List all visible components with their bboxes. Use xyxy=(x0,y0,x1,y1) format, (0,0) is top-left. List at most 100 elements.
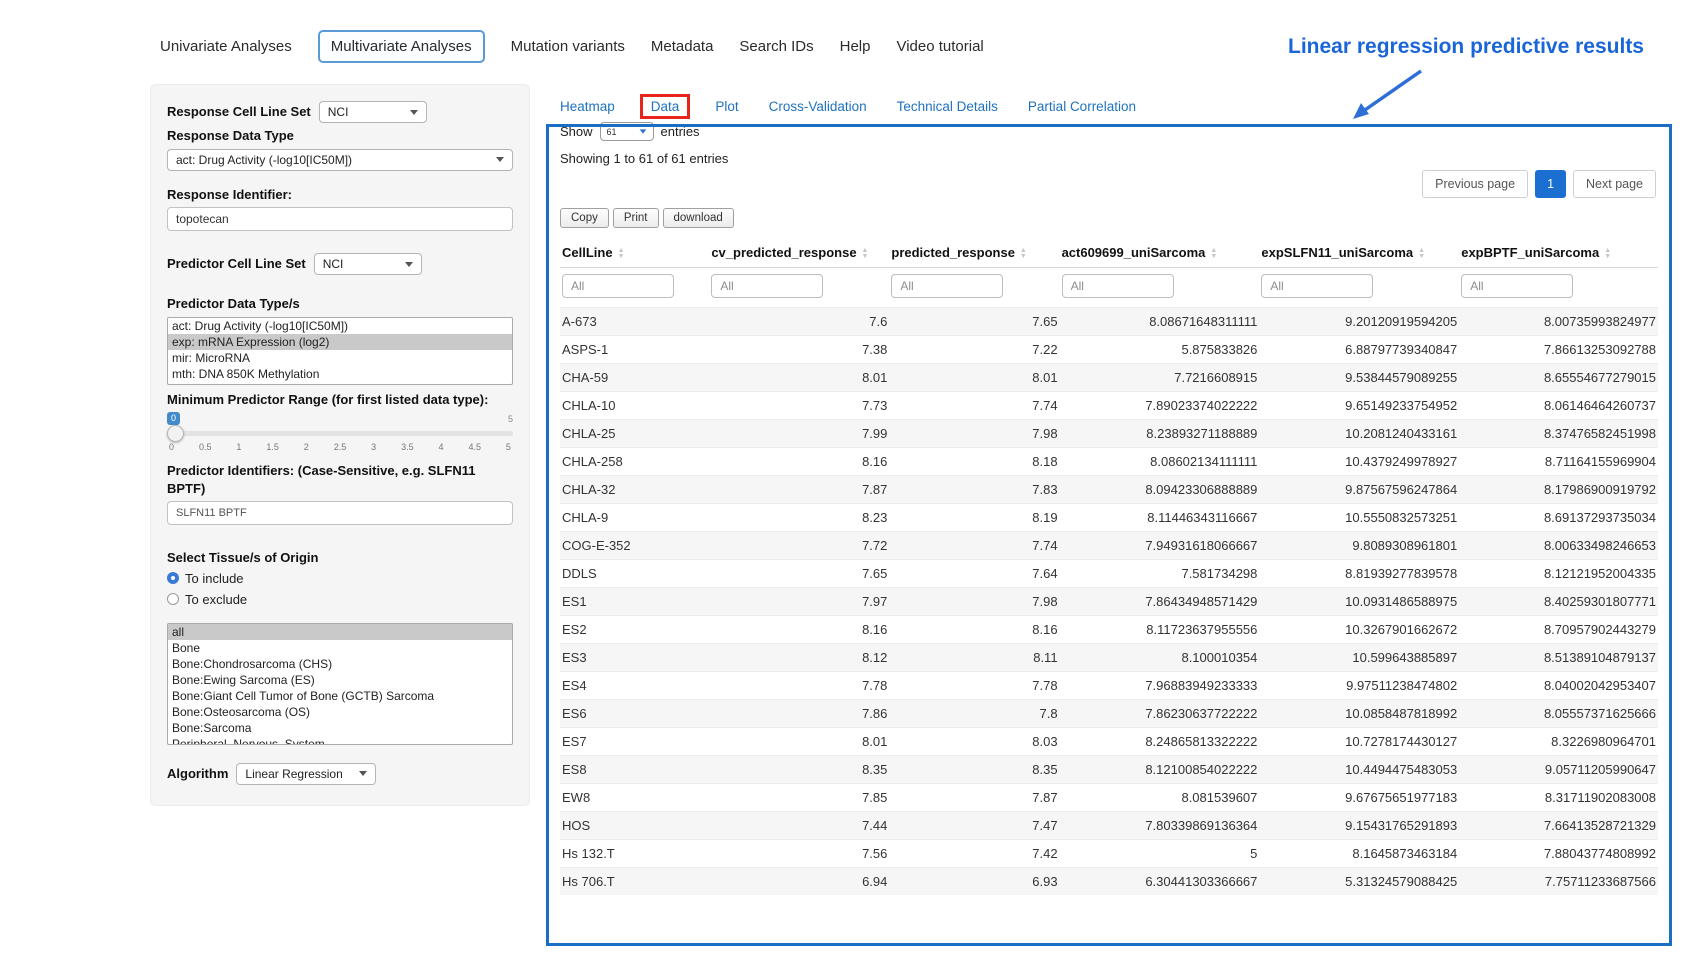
value-cell: 8.70957902443279 xyxy=(1459,616,1658,644)
slider-track[interactable] xyxy=(167,431,513,436)
column-filter-act609699-unisarcoma[interactable] xyxy=(1062,274,1174,298)
chevron-down-icon xyxy=(496,157,504,162)
column-filter-expbptf-unisarcoma[interactable] xyxy=(1461,274,1573,298)
column-header-expbptf-unisarcoma[interactable]: expBPTF_uniSarcoma▲▼ xyxy=(1459,238,1658,268)
value-cell: 8.18 xyxy=(889,448,1059,476)
response-data-type-group: Response Data Type act: Drug Activity (-… xyxy=(167,127,513,171)
sort-icon[interactable]: ▲▼ xyxy=(862,248,869,260)
table-row-cog-e-352[interactable]: COG-E-3527.727.747.949316180666679.80893… xyxy=(560,532,1658,560)
response-cell-line-set-select[interactable]: NCI xyxy=(319,101,427,123)
slider-tick: 2 xyxy=(304,442,309,452)
table-row-hs-132-t[interactable]: Hs 132.T7.567.4258.16458734631847.880437… xyxy=(560,840,1658,868)
nav-item-video-tutorial[interactable]: Video tutorial xyxy=(896,32,983,61)
tissue-option-bone-ewing-sarcoma-es[interactable]: Bone:Ewing Sarcoma (ES) xyxy=(168,672,512,688)
table-row-es2[interactable]: ES28.168.168.1172363795555610.3267901662… xyxy=(560,616,1658,644)
column-filter-predicted-response[interactable] xyxy=(891,274,1003,298)
algorithm-select[interactable]: Linear Regression xyxy=(236,763,376,785)
table-row-hs-706-t[interactable]: Hs 706.T6.946.936.304413033666675.313245… xyxy=(560,868,1658,896)
column-filter-cellline[interactable] xyxy=(562,274,674,298)
tissue-listbox[interactable]: allBoneBone:Chondrosarcoma (CHS)Bone:Ewi… xyxy=(167,623,513,745)
table-row-es3[interactable]: ES38.128.118.10001035410.5996438858978.5… xyxy=(560,644,1658,672)
radio-to-include[interactable]: To include xyxy=(167,571,513,586)
column-filter-expslfn11-unisarcoma[interactable] xyxy=(1261,274,1373,298)
current-page-button[interactable]: 1 xyxy=(1535,170,1566,198)
sort-icon[interactable]: ▲▼ xyxy=(618,248,625,260)
tissue-option-bone-sarcoma[interactable]: Bone:Sarcoma xyxy=(168,720,512,736)
nav-item-search-ids[interactable]: Search IDs xyxy=(739,32,813,61)
nav-item-univariate-analyses[interactable]: Univariate Analyses xyxy=(160,32,292,61)
tissue-option-bone-giant-cell-tumor-of-bone-gctb-sarco[interactable]: Bone:Giant Cell Tumor of Bone (GCTB) Sar… xyxy=(168,688,512,704)
table-row-es8[interactable]: ES88.358.358.1210085402222210.4494475483… xyxy=(560,756,1658,784)
column-header-cv-predicted-response[interactable]: cv_predicted_response▲▼ xyxy=(709,238,889,268)
value-cell: 7.72 xyxy=(709,532,889,560)
column-header-act609699-unisarcoma[interactable]: act609699_uniSarcoma▲▼ xyxy=(1060,238,1260,268)
copy-button[interactable]: Copy xyxy=(560,208,609,228)
min-range-slider[interactable]: 0 5 00.511.522.533.544.55 xyxy=(167,414,513,456)
predictor-data-type-option-mir-microrna[interactable]: mir: MicroRNA xyxy=(168,350,512,366)
column-header-predicted-response[interactable]: predicted_response▲▼ xyxy=(889,238,1059,268)
table-row-chla-10[interactable]: CHLA-107.737.747.890233740222229.6514923… xyxy=(560,392,1658,420)
slider-thumb[interactable] xyxy=(167,425,184,442)
table-row-hos[interactable]: HOS7.447.477.803398691363649.15431765291… xyxy=(560,812,1658,840)
table-row-ddls[interactable]: DDLS7.657.647.5817342988.819392778395788… xyxy=(560,560,1658,588)
table-row-chla-25[interactable]: CHLA-257.997.988.2389327118888910.208124… xyxy=(560,420,1658,448)
table-row-ew8[interactable]: EW87.857.878.0815396079.676756519771838.… xyxy=(560,784,1658,812)
table-row-a-673[interactable]: A-6737.67.658.086716483111119.2012091959… xyxy=(560,308,1658,336)
tab-cross-validation[interactable]: Cross-Validation xyxy=(769,99,867,114)
tissue-option-bone-chondrosarcoma-chs[interactable]: Bone:Chondrosarcoma (CHS) xyxy=(168,656,512,672)
column-header-cellline[interactable]: CellLine▲▼ xyxy=(560,238,709,268)
radio-to-exclude[interactable]: To exclude xyxy=(167,592,513,607)
table-row-es7[interactable]: ES78.018.038.2486581332222210.7278174430… xyxy=(560,728,1658,756)
response-data-type-select[interactable]: act: Drug Activity (-log10[IC50M]) xyxy=(167,149,513,171)
table-row-es1[interactable]: ES17.977.987.8643494857142910.0931486588… xyxy=(560,588,1658,616)
table-row-asps-1[interactable]: ASPS-17.387.225.8758338266.8879773934084… xyxy=(560,336,1658,364)
table-row-cha-59[interactable]: CHA-598.018.017.72166089159.538445790892… xyxy=(560,364,1658,392)
response-identifier-input[interactable] xyxy=(167,207,513,231)
table-row-chla-258[interactable]: CHLA-2588.168.188.0860213411111110.43792… xyxy=(560,448,1658,476)
table-row-chla-32[interactable]: CHLA-327.877.838.094233068888899.8756759… xyxy=(560,476,1658,504)
value-cell: 8.11 xyxy=(889,644,1059,672)
nav-item-metadata[interactable]: Metadata xyxy=(651,32,714,61)
page-length-select[interactable]: 61 xyxy=(600,122,654,141)
tissue-option-peripheral-nervous-system[interactable]: Peripheral_Nervous_System xyxy=(168,736,512,745)
predictor-data-type-option-mth-dna-850k-methylation[interactable]: mth: DNA 850K Methylation xyxy=(168,366,512,382)
nav-item-mutation-variants[interactable]: Mutation variants xyxy=(511,32,625,61)
value-cell: 8.1645873463184 xyxy=(1259,840,1459,868)
nav-item-multivariate-analyses[interactable]: Multivariate Analyses xyxy=(318,30,485,63)
value-cell: 8.35 xyxy=(709,756,889,784)
sort-icon[interactable]: ▲▼ xyxy=(1210,248,1217,260)
predictor-cell-line-set-select[interactable]: NCI xyxy=(314,253,422,275)
predictor-cell-line-set-group: Predictor Cell Line Set NCI xyxy=(167,253,513,275)
value-cell: 9.8089308961801 xyxy=(1259,532,1459,560)
sort-icon[interactable]: ▲▼ xyxy=(1020,248,1027,260)
column-filter-cv-predicted-response[interactable] xyxy=(711,274,823,298)
tissue-option-all[interactable]: all xyxy=(168,624,512,640)
sort-icon[interactable]: ▲▼ xyxy=(1604,248,1611,260)
previous-page-button[interactable]: Previous page xyxy=(1422,170,1528,198)
predictor-data-types-listbox[interactable]: act: Drug Activity (-log10[IC50M])exp: m… xyxy=(167,317,513,385)
table-row-chla-9[interactable]: CHLA-98.238.198.1144634311666710.5550832… xyxy=(560,504,1658,532)
predictor-identifiers-input[interactable] xyxy=(167,501,513,525)
tab-technical-details[interactable]: Technical Details xyxy=(897,99,998,114)
next-page-button[interactable]: Next page xyxy=(1573,170,1656,198)
table-row-es6[interactable]: ES67.867.87.8623063772222210.08584878189… xyxy=(560,700,1658,728)
annotation-title: Linear regression predictive results xyxy=(1288,35,1644,59)
print-button[interactable]: Print xyxy=(613,208,659,228)
tab-plot[interactable]: Plot xyxy=(715,99,738,114)
predictor-data-type-option-act-drug-activity-log10-ic50m[interactable]: act: Drug Activity (-log10[IC50M]) xyxy=(168,318,512,334)
nav-item-help[interactable]: Help xyxy=(840,32,871,61)
value-cell: 8.16 xyxy=(889,616,1059,644)
tissue-option-bone[interactable]: Bone xyxy=(168,640,512,656)
algorithm-label: Algorithm xyxy=(167,765,228,783)
tab-heatmap[interactable]: Heatmap xyxy=(560,99,615,114)
value-cell: 8.19 xyxy=(889,504,1059,532)
tab-partial-correlation[interactable]: Partial Correlation xyxy=(1028,99,1136,114)
predictor-data-type-option-exp-mrna-expression-log2[interactable]: exp: mRNA Expression (log2) xyxy=(168,334,512,350)
sort-icon[interactable]: ▲▼ xyxy=(1418,248,1425,260)
value-cell: 9.97511238474802 xyxy=(1259,672,1459,700)
download-button[interactable]: download xyxy=(663,208,734,228)
tissue-option-bone-osteosarcoma-os[interactable]: Bone:Osteosarcoma (OS) xyxy=(168,704,512,720)
table-row-es4[interactable]: ES47.787.787.968839492333339.97511238474… xyxy=(560,672,1658,700)
column-header-expslfn11-unisarcoma[interactable]: expSLFN11_uniSarcoma▲▼ xyxy=(1259,238,1459,268)
tab-data[interactable]: Data xyxy=(640,94,691,119)
